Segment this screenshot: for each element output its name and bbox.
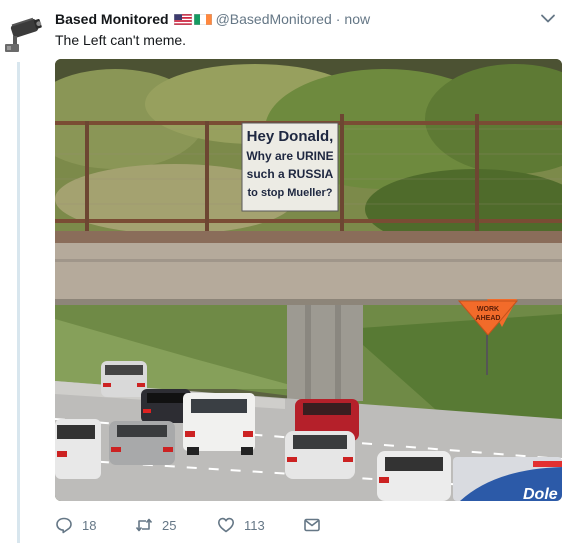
reply-button[interactable]: 18 [55, 516, 135, 534]
separator-dot: · [335, 11, 341, 27]
car-white-left [55, 419, 101, 479]
avatar-camera-icon [0, 10, 46, 56]
sign-line-4: to stop Mueller? [248, 187, 333, 199]
sign-line-1: Hey Donald, [247, 128, 334, 145]
thread-line [17, 62, 20, 543]
like-button[interactable]: 113 [217, 516, 303, 534]
sign-line-3: such a RUSSIA [247, 167, 334, 181]
ireland-flag-icon [193, 13, 212, 25]
us-flag-icon [173, 13, 192, 25]
like-icon [218, 517, 234, 533]
flag-emojis [173, 13, 214, 25]
sign-line-2: Why are URINE [246, 149, 333, 163]
car-silver [109, 421, 175, 465]
avatar[interactable] [0, 10, 46, 56]
message-icon [304, 518, 320, 532]
car-white-suv-right [377, 451, 451, 501]
pickup-truck [183, 393, 255, 455]
truck-brand-text: Dole [523, 486, 558, 501]
direct-message-button[interactable] [303, 516, 321, 534]
display-name[interactable]: Based Monitored [55, 11, 169, 27]
road-sign-line-2: AHEAD [476, 315, 501, 322]
tweet-actions: 18 25 113 [55, 515, 321, 535]
retweet-button[interactable]: 25 [135, 516, 217, 534]
chevron-down-icon[interactable] [539, 9, 557, 27]
retweet-icon [135, 518, 153, 532]
road-sign-line-1: WORK [477, 306, 499, 313]
car-white-suv-far [101, 361, 147, 397]
tweet-photo[interactable]: Hey Donald, Why are URINE such a RUSSIA … [55, 59, 562, 501]
reply-count: 18 [82, 517, 97, 533]
dole-truck: Dole [453, 457, 562, 501]
retweet-count: 25 [162, 517, 177, 533]
like-count: 113 [244, 517, 265, 533]
handle[interactable]: @BasedMonitored [216, 11, 332, 27]
timestamp[interactable]: now [344, 11, 370, 27]
overpass-photo: Hey Donald, Why are URINE such a RUSSIA … [55, 59, 562, 501]
tweet-header: Based Monitored @BasedMonitored · now [55, 10, 370, 28]
car-white-center [285, 431, 355, 479]
tweet-text: The Left can't meme. [55, 32, 187, 48]
reply-icon [56, 517, 72, 534]
